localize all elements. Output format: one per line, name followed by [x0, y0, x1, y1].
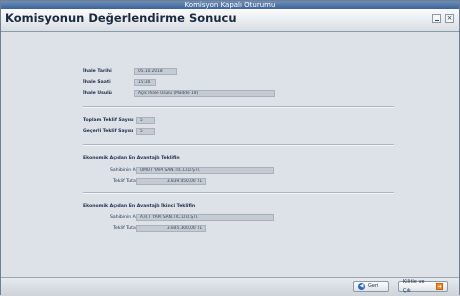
page-title: Komisyonun Değerlendirme Sonucu	[5, 11, 237, 25]
en-avantajli-sahip-field: UMUT YAPI SAN.TİC.LTD.ŞTİ.	[136, 167, 274, 174]
gecerli-teklif-label: Geçerli Teklif Sayısı	[83, 129, 134, 134]
ihale-tarihi-field: 05.10.2018	[134, 68, 177, 75]
ikinci-tutar-field: 3.845.300,00 TL	[136, 225, 206, 232]
back-button[interactable]: ◀ Geri	[353, 281, 389, 292]
ihale-usulu-label: İhale Usulü	[83, 91, 112, 96]
divider	[83, 192, 394, 194]
toplam-teklif-label: Toplam Teklif Sayısı	[83, 118, 134, 123]
ikinci-section-title: Ekonomik Açıdan En Avantajlı İkinci Tekl…	[83, 204, 196, 209]
back-button-label: Geri	[368, 283, 379, 289]
footer-bar: ◀ Geri Kilitle ve Çık ➜	[1, 277, 459, 296]
ikinci-sahip-field: A.R.T YAPI SAN.TİC.LTD.ŞTİ.	[136, 214, 274, 221]
en-avantajli-tutar-field: 3.839.450,00 TL	[136, 178, 206, 185]
close-icon[interactable]: ×	[445, 14, 454, 23]
back-arrow-icon: ◀	[358, 283, 365, 290]
window-title: Komisyon Kapalı Oturumu	[1, 1, 459, 9]
minimize-icon[interactable]	[432, 14, 441, 23]
page-header: Komisyonun Değerlendirme Sonucu ×	[1, 9, 459, 32]
gecerli-teklif-field: 5	[136, 128, 155, 135]
lock-and-exit-label: Kilitle ve Çık	[403, 278, 425, 294]
toplam-teklif-field: 5	[136, 117, 155, 124]
ihale-saati-label: İhale Saati	[83, 80, 111, 85]
divider	[83, 144, 394, 146]
ihale-saati-field: 15:30	[134, 79, 156, 86]
ihale-usulu-field: Açık İhale Usulü (Madde 19)	[134, 90, 275, 97]
app-window: Komisyon Kapalı Oturumu Komisyonun Değer…	[0, 0, 460, 296]
exit-icon: ➜	[436, 283, 443, 290]
lock-and-exit-button[interactable]: Kilitle ve Çık ➜	[398, 279, 448, 294]
en-avantajli-section-title: Ekonomik Açıdan En Avantajlı Teklifin	[83, 156, 180, 161]
form-content: İhale Tarihi 05.10.2018 İhale Saati 15:3…	[1, 32, 459, 276]
divider	[83, 106, 394, 108]
ihale-tarihi-label: İhale Tarihi	[83, 69, 112, 74]
